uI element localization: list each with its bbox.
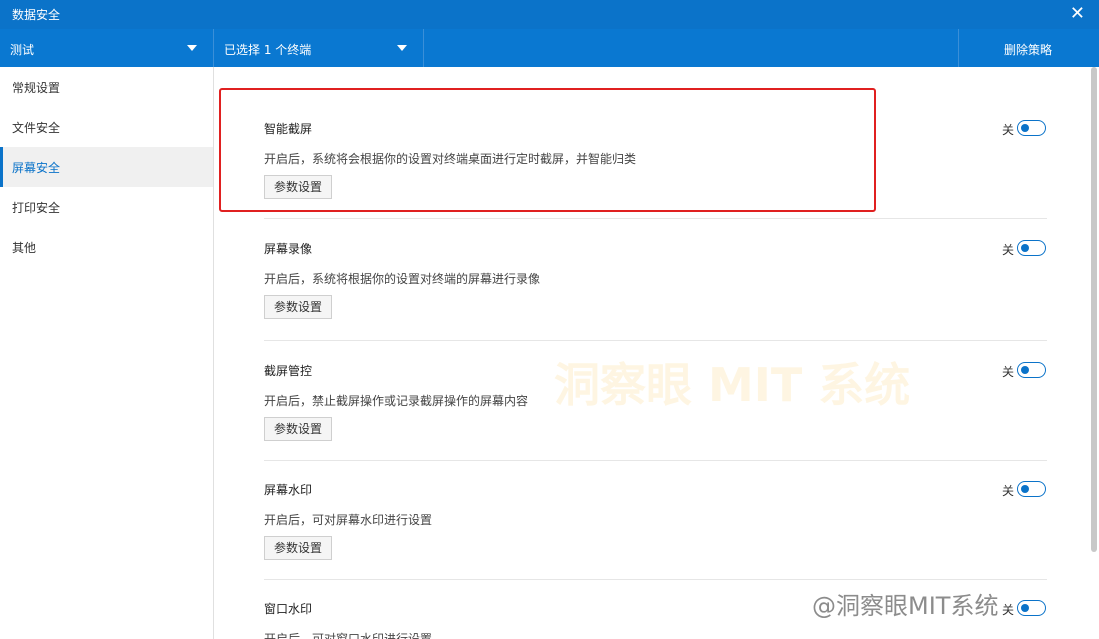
chevron-down-icon — [187, 45, 197, 51]
sidebar-item-general[interactable]: 常规设置 — [0, 67, 213, 107]
params-button[interactable]: 参数设置 — [264, 417, 332, 441]
toggle-track — [1017, 240, 1046, 256]
toggle-label: 关 — [1002, 482, 1014, 499]
title-bar: 数据安全 ✕ — [0, 0, 1099, 29]
setting-description: 开启后，可对屏幕水印进行设置 — [264, 511, 432, 528]
delete-policy-button[interactable]: 删除策略 — [958, 29, 1099, 67]
watermark-center: 洞察眼 MIT 系统 — [554, 349, 910, 415]
delete-policy-label: 删除策略 — [1004, 41, 1052, 58]
sidebar-item-label: 常规设置 — [12, 79, 60, 96]
sidebar: 常规设置 文件安全 屏幕安全 打印安全 其他 — [0, 67, 214, 639]
setting-title: 屏幕水印 — [264, 481, 312, 498]
sidebar-item-other[interactable]: 其他 — [0, 227, 213, 267]
group-select[interactable]: 测试 — [0, 29, 214, 67]
toggle-label: 关 — [1002, 121, 1014, 138]
sidebar-item-print-security[interactable]: 打印安全 — [0, 187, 213, 227]
window-title: 数据安全 — [12, 6, 60, 23]
toggle-track — [1017, 481, 1046, 497]
close-icon[interactable]: ✕ — [1070, 3, 1085, 24]
params-button[interactable]: 参数设置 — [264, 536, 332, 560]
divider — [264, 579, 1047, 580]
watermark-corner: @洞察眼MIT系统 — [812, 586, 998, 621]
terminal-select-label: 已选择 1 个终端 — [224, 41, 311, 58]
divider — [264, 460, 1047, 461]
sidebar-item-file-security[interactable]: 文件安全 — [0, 107, 213, 147]
toggle-track — [1017, 120, 1046, 136]
divider — [264, 218, 1047, 219]
terminal-select[interactable]: 已选择 1 个终端 — [214, 29, 424, 67]
toggle-knob — [1021, 604, 1029, 612]
setting-title: 截屏管控 — [264, 362, 312, 379]
toggle-track — [1017, 362, 1046, 378]
sidebar-item-label: 打印安全 — [12, 199, 60, 216]
setting-title: 窗口水印 — [264, 600, 312, 617]
scrollbar[interactable] — [1091, 67, 1097, 552]
group-select-label: 测试 — [10, 41, 34, 58]
setting-description: 开启后，可对窗口水印进行设置 — [264, 630, 432, 639]
params-button[interactable]: 参数设置 — [264, 295, 332, 319]
setting-title: 屏幕录像 — [264, 240, 312, 257]
toggle-label: 关 — [1002, 241, 1014, 258]
toggle-track — [1017, 600, 1046, 616]
toggle-knob — [1021, 485, 1029, 493]
sidebar-item-screen-security[interactable]: 屏幕安全 — [0, 147, 213, 187]
toggle-knob — [1021, 366, 1029, 374]
toolbar: 测试 已选择 1 个终端 删除策略 — [0, 29, 1099, 67]
toggle-label: 关 — [1002, 601, 1014, 618]
divider — [264, 340, 1047, 341]
toggle-knob — [1021, 244, 1029, 252]
setting-description: 开启后，禁止截屏操作或记录截屏操作的屏幕内容 — [264, 392, 528, 409]
sidebar-item-label: 文件安全 — [12, 119, 60, 136]
sidebar-item-label: 屏幕安全 — [12, 159, 60, 176]
highlight-box — [219, 88, 876, 212]
setting-description: 开启后，系统将根据你的设置对终端的屏幕进行录像 — [264, 270, 540, 287]
toggle-knob — [1021, 124, 1029, 132]
chevron-down-icon — [397, 45, 407, 51]
sidebar-item-label: 其他 — [12, 239, 36, 256]
toggle-label: 关 — [1002, 363, 1014, 380]
